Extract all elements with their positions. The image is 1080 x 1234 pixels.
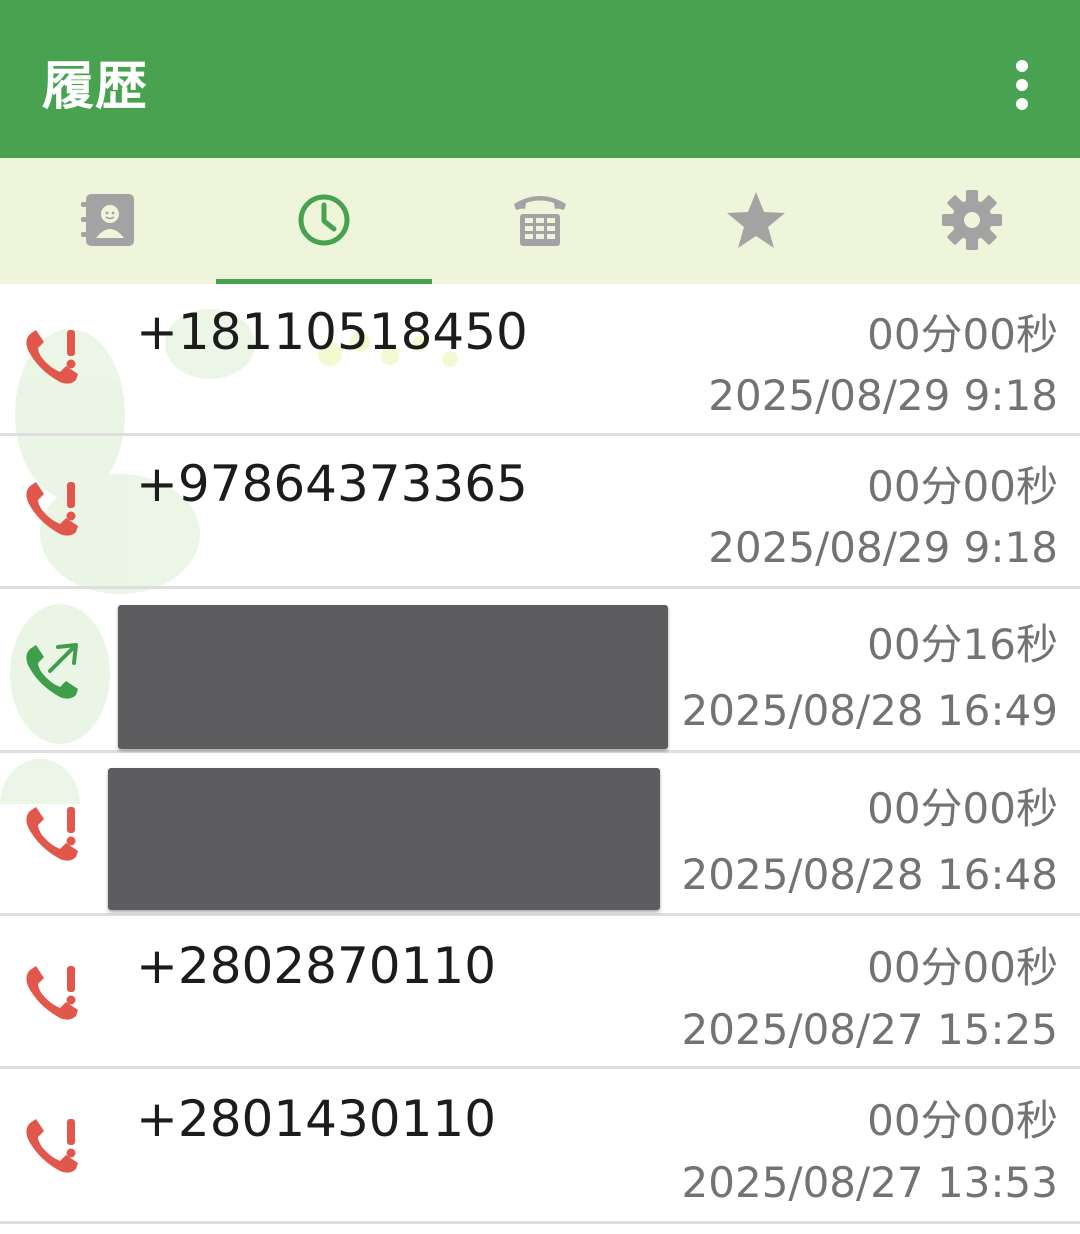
call-datetime: 2025/08/27 15:25 [681, 1005, 1058, 1054]
call-log-row[interactable]: 00分00秒 2025/08/28 16:48 [0, 753, 1080, 916]
history-clock-icon [298, 194, 350, 246]
call-datetime: 2025/08/29 9:18 [708, 371, 1058, 420]
contacts-icon [81, 194, 134, 246]
missed-call-icon [26, 966, 78, 1020]
call-datetime: 2025/08/29 9:18 [708, 523, 1058, 572]
star-icon [727, 192, 785, 248]
call-number: +2801430110 [136, 1090, 497, 1148]
dialpad-phone-icon [514, 196, 566, 246]
call-datetime: 2025/08/28 16:48 [681, 850, 1058, 899]
page-title: 履歴 [42, 57, 149, 117]
missed-call-icon [26, 807, 78, 861]
call-duration: 00分00秒 [867, 462, 1058, 511]
tab-history[interactable] [216, 158, 432, 284]
missed-call-icon [26, 330, 78, 384]
redacted-number [108, 768, 660, 910]
call-log-row[interactable]: +2802870110 00分00秒 2025/08/27 15:25 [0, 916, 1080, 1069]
call-number: +97864373365 [136, 455, 528, 513]
call-history-list[interactable]: +18110518450 00分00秒 2025/08/29 9:18 +978… [0, 284, 1080, 1234]
call-datetime: 2025/08/27 13:53 [681, 1158, 1058, 1207]
call-log-row[interactable]: +97864373365 00分00秒 2025/08/29 9:18 [0, 436, 1080, 589]
call-duration: 00分00秒 [867, 310, 1058, 359]
call-duration: 00分16秒 [867, 620, 1058, 669]
call-log-row[interactable]: +2801430110 00分00秒 2025/08/27 13:53 [0, 1069, 1080, 1224]
call-log-row[interactable]: +18110518450 00分00秒 2025/08/29 9:18 [0, 284, 1080, 436]
call-number: +2802870110 [136, 937, 497, 995]
outgoing-call-icon [26, 643, 78, 699]
tab-settings[interactable] [864, 158, 1080, 284]
more-vert-icon[interactable] [1000, 58, 1044, 114]
settings-gear-icon [942, 190, 1002, 250]
call-number: +18110518450 [136, 303, 528, 361]
call-duration: 00分00秒 [867, 943, 1058, 992]
tab-bar [0, 158, 1080, 284]
call-duration: 00分00秒 [867, 784, 1058, 833]
tab-favorites[interactable] [648, 158, 864, 284]
app-bar: 履歴 [0, 0, 1080, 158]
call-datetime: 2025/08/28 16:49 [681, 686, 1058, 735]
tab-dialpad[interactable] [432, 158, 648, 284]
call-history-screen: 履歴 +18110518450 00分00秒 2025/08/29 9:18 +… [0, 0, 1080, 1234]
redacted-number [118, 605, 668, 749]
missed-call-icon [26, 1119, 78, 1173]
call-duration: 00分00秒 [867, 1096, 1058, 1145]
tab-contacts[interactable] [0, 158, 216, 284]
call-log-row[interactable]: 00分16秒 2025/08/28 16:49 [0, 589, 1080, 753]
missed-call-icon [26, 482, 78, 536]
